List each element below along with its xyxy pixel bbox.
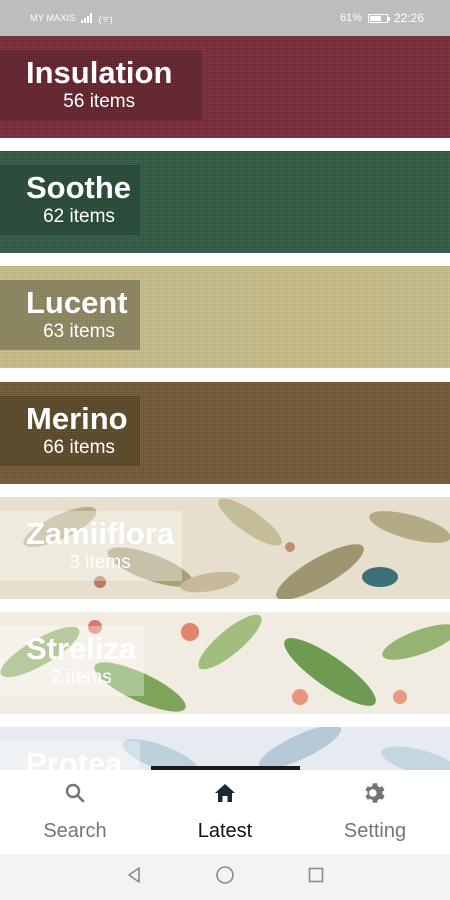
nav-item-latest[interactable]: Latest (150, 770, 300, 854)
home-circle-icon[interactable] (215, 865, 235, 890)
home-icon (213, 780, 237, 806)
system-nav-bar (0, 854, 450, 900)
category-label: Merino 66 items (0, 396, 140, 466)
category-card-insulation[interactable]: Insulation 56 items (0, 36, 450, 138)
carrier-label: MY MAXIS (30, 13, 76, 23)
category-count: 63 items (43, 321, 115, 342)
battery-icon (367, 13, 390, 23)
signal-icon (81, 13, 93, 23)
nav-item-search[interactable]: Search (0, 770, 150, 854)
category-name: Soothe (26, 170, 132, 205)
nav-label: Latest (197, 820, 253, 842)
back-icon[interactable] (125, 866, 143, 889)
category-name: Merino (26, 401, 128, 436)
status-right: 61% 22:26 (340, 11, 424, 25)
battery-percent: 61% (339, 12, 362, 24)
category-name: Streliza (26, 631, 137, 666)
category-card-protea[interactable]: Protea (0, 727, 450, 770)
category-label: Streliza 2 items (0, 626, 145, 696)
category-label: Lucent 63 items (0, 280, 140, 350)
category-count: 62 items (43, 206, 115, 227)
category-card-merino[interactable]: Merino 66 items (0, 382, 450, 484)
category-count: 2 items (50, 667, 112, 688)
clock: 22:26 (393, 11, 424, 25)
category-label: Insulation 56 items (0, 50, 203, 120)
search-icon (63, 780, 87, 806)
category-card-zamiiflora[interactable]: Zamiiflora 3 items (0, 497, 450, 599)
category-label: Zamiiflora 3 items (0, 511, 183, 581)
gear-icon (362, 780, 388, 806)
category-card-soothe[interactable]: Soothe 62 items (0, 151, 450, 253)
category-name: Insulation (26, 55, 173, 90)
status-left: MY MAXIS (ᯤ) (30, 12, 113, 25)
category-count: 66 items (43, 437, 115, 458)
category-list[interactable]: Insulation 56 items Soothe 62 items Luce… (0, 36, 450, 770)
status-bar: MY MAXIS (ᯤ) 61% 22:26 (0, 0, 450, 36)
nav-label: Setting (343, 820, 407, 842)
category-label: Soothe 62 items (0, 165, 140, 235)
category-card-lucent[interactable]: Lucent 63 items (0, 266, 450, 368)
recents-icon[interactable] (307, 866, 325, 889)
category-card-streliza[interactable]: Streliza 2 items (0, 612, 450, 714)
nav-item-setting[interactable]: Setting (300, 770, 450, 854)
category-name: Lucent (26, 285, 128, 320)
category-count: 56 items (63, 91, 136, 112)
bottom-nav: Search Latest Setting (0, 770, 450, 854)
category-name: Protea (26, 746, 123, 771)
wifi-icon: (ᯤ) (98, 13, 113, 24)
nav-label: Search (43, 820, 107, 842)
category-count: 3 items (69, 552, 131, 573)
category-label: Protea (0, 741, 140, 770)
category-name: Zamiiflora (26, 516, 175, 551)
